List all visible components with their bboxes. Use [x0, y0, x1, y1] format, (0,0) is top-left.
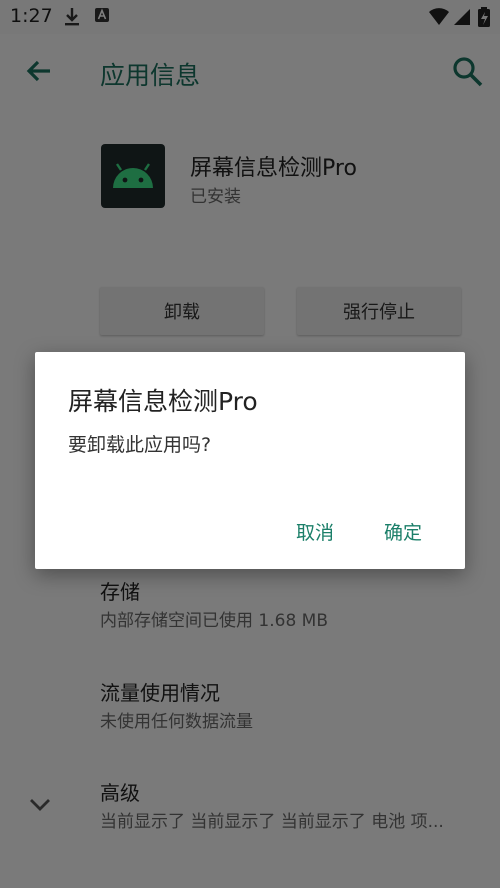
confirm-button[interactable]: 确定 — [384, 518, 422, 545]
dialog-title: 屏幕信息检测Pro — [68, 387, 258, 416]
dialog-message: 要卸载此应用吗? — [68, 434, 212, 456]
cancel-button[interactable]: 取消 — [296, 518, 334, 545]
uninstall-dialog: 屏幕信息检测Pro 要卸载此应用吗? 取消 确定 — [35, 352, 465, 569]
